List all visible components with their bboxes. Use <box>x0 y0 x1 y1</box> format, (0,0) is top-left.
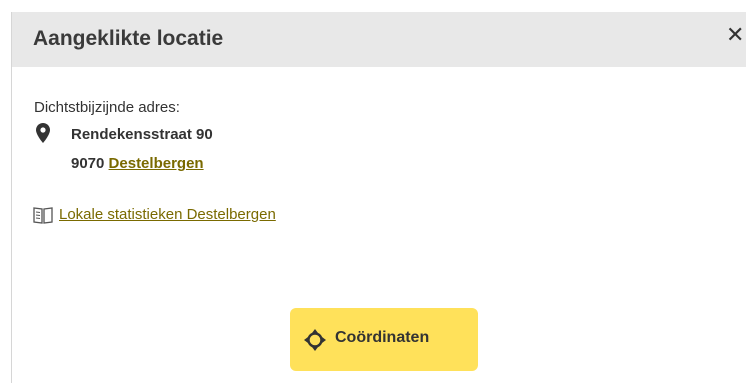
crosshair-icon <box>304 329 326 351</box>
postal-code: 9070 <box>71 155 105 172</box>
postal-line: 9070 Destelbergen <box>71 155 204 172</box>
location-panel: Aangeklikte locatie ✕ Dichtstbijzijnde a… <box>11 12 746 383</box>
municipality-link[interactable]: Destelbergen <box>109 155 204 172</box>
nearest-address-label: Dichtstbijzijnde adres: <box>34 99 180 116</box>
map-pin-icon <box>36 123 50 143</box>
street-address: Rendekensstraat 90 <box>71 126 213 143</box>
coordinates-button[interactable]: Coördinaten <box>290 308 478 371</box>
book-icon <box>33 207 53 224</box>
local-statistics-link[interactable]: Lokale statistieken Destelbergen <box>59 206 276 223</box>
panel-title: Aangeklikte locatie <box>33 27 224 50</box>
panel-header: Aangeklikte locatie ✕ <box>12 12 746 67</box>
coordinates-button-label: Coördinaten <box>335 329 430 346</box>
close-icon[interactable]: ✕ <box>726 25 744 47</box>
